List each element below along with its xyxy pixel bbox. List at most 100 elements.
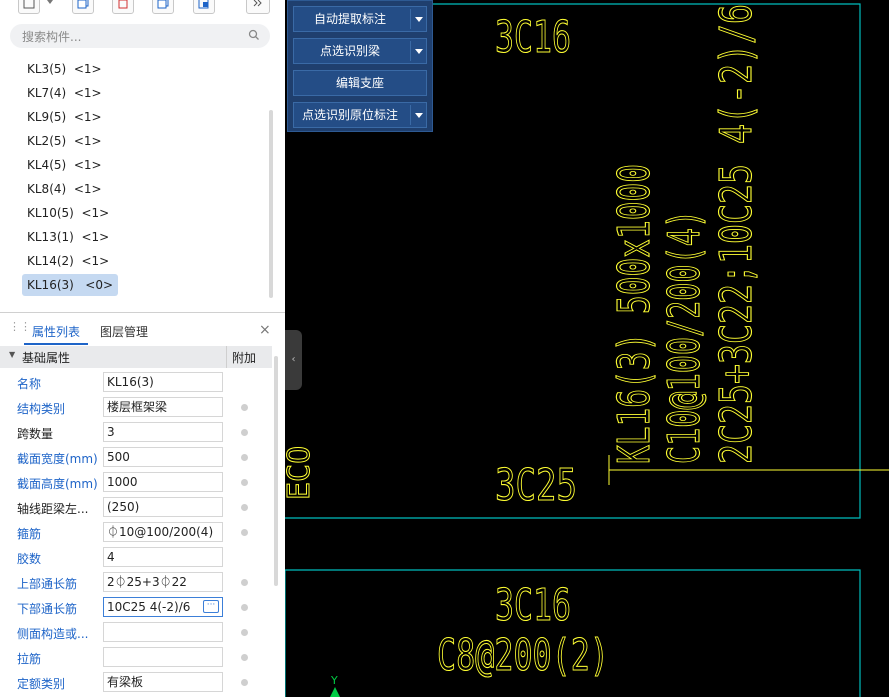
ellipsis-icon[interactable]: ··· [203, 600, 219, 613]
property-row-section-width: 截面宽度(mm) 500 [0, 445, 272, 470]
column-separator [226, 346, 227, 368]
search-input[interactable] [20, 27, 244, 47]
chevron-left-icon: ‹ [291, 354, 296, 365]
cad-partial-text: ECO [285, 446, 317, 500]
point-identify-beam-button[interactable]: 点选识别梁 [293, 38, 427, 64]
panel-collapse-handle[interactable]: ‹ [285, 330, 302, 390]
new-component-button[interactable] [18, 0, 40, 14]
copy-component-button[interactable] [72, 0, 94, 14]
new-icon [23, 0, 35, 9]
property-row-section-height: 截面高度(mm) 1000 [0, 470, 272, 495]
component-search [10, 24, 270, 48]
property-group-title: 基础属性 [22, 351, 71, 365]
more-tools-button[interactable] [246, 0, 270, 14]
property-label: 截面宽度(mm) [17, 452, 98, 466]
property-value[interactable]: ⏀10@100/200(4) [103, 522, 223, 542]
component-list: KL3(5) <1> KL7(4) <1> KL9(5) <1> KL2(5) … [0, 58, 280, 304]
list-item[interactable]: KL8(4) <1> [22, 178, 107, 200]
property-row-name: 名称 KL16(3) [0, 370, 272, 395]
extra-checkbox[interactable] [241, 529, 248, 536]
property-row-side-bars: 侧面构造或... [0, 620, 272, 645]
point-identify-original-button[interactable]: 点选识别原位标注 [293, 102, 427, 128]
drag-handle-icon[interactable]: ⋮⋮ [9, 321, 31, 332]
property-label: 上部通长筋 [17, 577, 78, 591]
extra-checkbox[interactable] [241, 504, 248, 511]
list-item[interactable]: KL7(4) <1> [22, 82, 107, 104]
cad-label-stirrup[interactable]: C10@100/200(4) [658, 209, 710, 464]
property-value[interactable] [103, 622, 223, 642]
property-row-structure-type: 结构类别 楼层框架梁 [0, 395, 272, 420]
chevron-down-icon[interactable] [410, 9, 427, 29]
chevron-down-icon[interactable] [410, 105, 427, 125]
tab-properties[interactable]: 属性列表 [32, 322, 80, 342]
extra-column-header: 附加 [232, 351, 257, 365]
extra-checkbox[interactable] [241, 629, 248, 636]
delete-component-button[interactable] [112, 0, 134, 14]
list-item[interactable]: KL10(5) <1> [22, 202, 114, 224]
list-item[interactable]: KL13(1) <1> [22, 226, 114, 248]
cad-label-beam-name[interactable]: KL16(3) 500x1000 [608, 163, 660, 464]
list-item-selected[interactable]: KL16(3) <0> [22, 274, 119, 296]
property-label: 结构类别 [17, 402, 66, 416]
extra-checkbox[interactable] [241, 479, 248, 486]
copy-icon [77, 0, 89, 9]
property-label: 胶数 [17, 552, 42, 566]
property-label: 侧面构造或... [17, 627, 89, 641]
auto-extract-button[interactable]: 自动提取标注 [293, 6, 427, 32]
property-row-span-count: 跨数量 3 [0, 420, 272, 445]
close-icon[interactable]: × [259, 322, 271, 338]
list-item[interactable]: KL3(5) <1> [22, 58, 107, 80]
edit-support-button[interactable]: 编辑支座 [293, 70, 427, 96]
button-label: 编辑支座 [335, 76, 384, 90]
list-scrollbar[interactable] [269, 110, 273, 298]
property-scrollbar[interactable] [274, 356, 278, 586]
property-value[interactable]: 4 [103, 547, 223, 567]
search-icon[interactable] [248, 29, 260, 41]
extra-checkbox[interactable] [241, 679, 248, 686]
property-value[interactable]: 1000 [103, 472, 223, 492]
property-label: 箍筋 [17, 527, 42, 541]
cad-label-bottom-left[interactable]: 3C25 [494, 459, 577, 511]
tab-layers[interactable]: 图层管理 [100, 322, 148, 342]
extra-checkbox[interactable] [241, 579, 248, 586]
duplicate-floor-button[interactable] [152, 0, 174, 14]
identify-command-panel: 自动提取标注 点选识别梁 编辑支座 点选识别原位标注 [287, 0, 433, 132]
property-value[interactable]: KL16(3) [103, 372, 223, 392]
extra-checkbox[interactable] [241, 454, 248, 461]
list-item[interactable]: KL4(5) <1> [22, 154, 107, 176]
panel-divider[interactable] [0, 312, 285, 313]
import-component-button[interactable] [193, 0, 215, 14]
property-label: 截面高度(mm) [17, 477, 98, 491]
property-row-legs: 胶数 4 [0, 545, 272, 570]
button-label: 自动提取标注 [313, 12, 386, 26]
extra-checkbox[interactable] [241, 404, 248, 411]
button-label: 点选识别原位标注 [301, 108, 398, 122]
property-group-header[interactable]: ▼ 基础属性 附加 [0, 346, 272, 368]
property-value[interactable]: 2⏀25+3⏀22 [103, 572, 223, 592]
property-value[interactable]: 500 [103, 447, 223, 467]
extra-checkbox[interactable] [241, 429, 248, 436]
chevron-down-icon[interactable] [410, 41, 427, 61]
extra-checkbox[interactable] [241, 604, 248, 611]
cad-label-lower-top[interactable]: 3C16 [494, 579, 571, 631]
cad-label-top-left[interactable]: 3C16 [494, 11, 571, 63]
button-label: 点选识别梁 [319, 44, 380, 58]
component-toolbar [0, 0, 285, 16]
collapse-triangle-icon[interactable]: ▼ [9, 350, 15, 359]
panel-tabs: ⋮⋮ 属性列表 图层管理 × [0, 318, 285, 345]
trash-icon [118, 0, 128, 9]
property-value[interactable]: 3 [103, 422, 223, 442]
cad-label-lower-stirrup[interactable]: C8@200(2) [436, 629, 609, 681]
property-value[interactable] [103, 647, 223, 667]
property-value[interactable]: (250) [103, 497, 223, 517]
list-item[interactable]: KL9(5) <1> [22, 106, 107, 128]
extra-checkbox[interactable] [241, 654, 248, 661]
list-item[interactable]: KL14(2) <1> [22, 250, 114, 272]
property-value[interactable]: 有梁板 [103, 672, 223, 692]
property-row-quota-type: 定额类别 有梁板 [0, 670, 272, 695]
property-row-tie-bars: 拉筋 [0, 645, 272, 670]
list-item[interactable]: KL2(5) <1> [22, 130, 107, 152]
new-dropdown-icon[interactable] [47, 0, 53, 4]
property-value[interactable]: 楼层框架梁 [103, 397, 223, 417]
cad-label-top-bars[interactable]: 2C25+3C22;10C25 4(-2)/6 [710, 3, 762, 464]
